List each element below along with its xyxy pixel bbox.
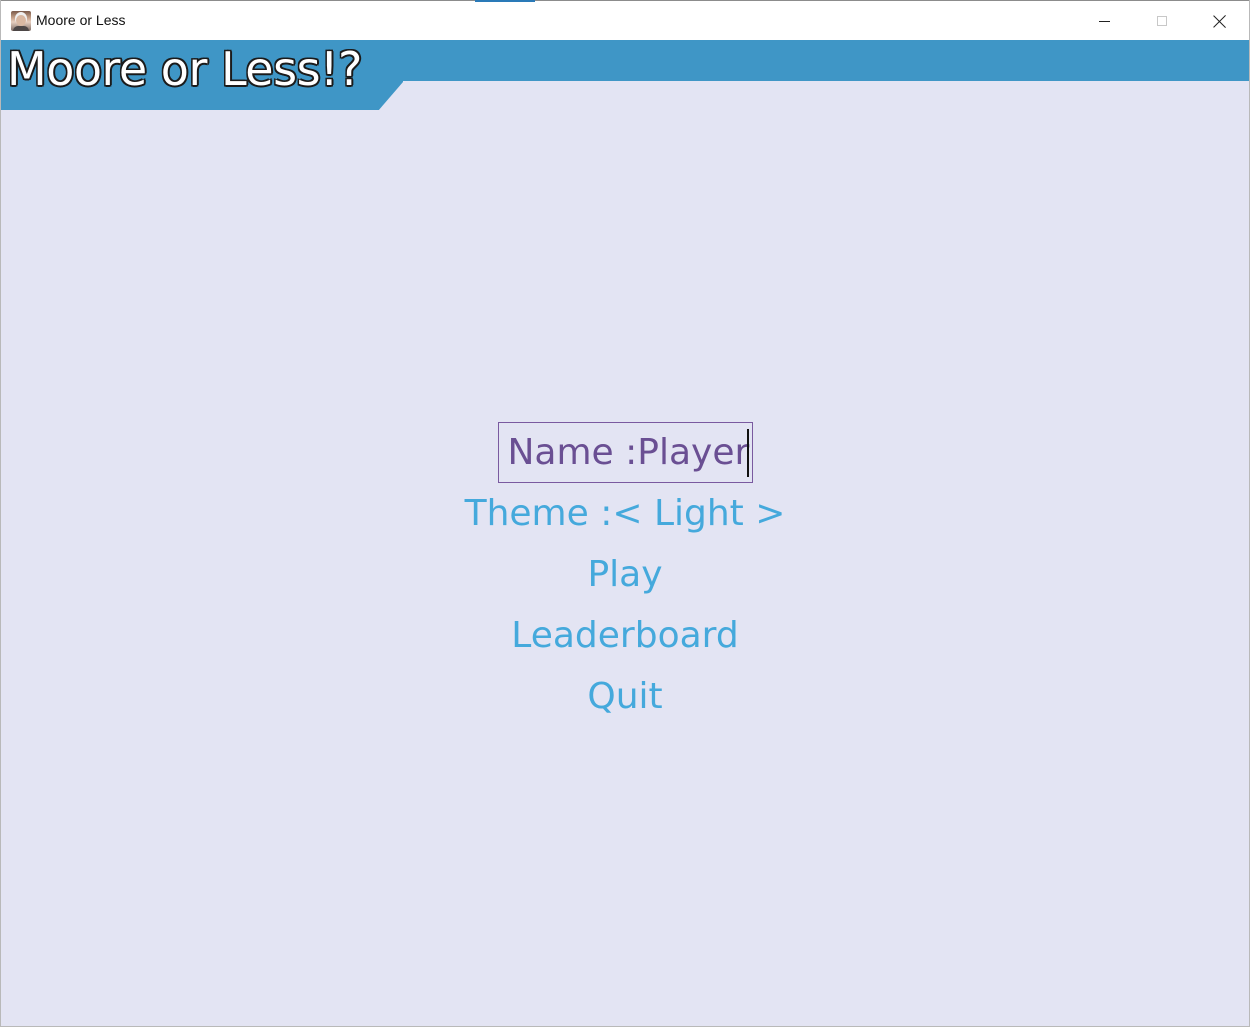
minimize-icon <box>1098 20 1110 22</box>
window-titlebar[interactable]: Moore or Less <box>1 0 1249 40</box>
maximize-button[interactable] <box>1133 1 1191 41</box>
game-title: Moore or Less!? <box>7 42 362 96</box>
quit-button[interactable]: Quit <box>587 666 662 727</box>
name-input-value: Player <box>637 432 750 473</box>
maximize-icon <box>1157 16 1167 26</box>
main-menu: Name : Player Theme :< Light > Play Leade… <box>1 422 1249 727</box>
minimize-button[interactable] <box>1075 1 1133 41</box>
app-icon <box>11 11 31 31</box>
close-button[interactable] <box>1191 1 1249 41</box>
theme-selector[interactable]: Theme :< Light > <box>465 483 786 544</box>
titlebar-accent <box>475 0 535 2</box>
window-title: Moore or Less <box>36 12 126 28</box>
close-icon <box>1213 14 1227 28</box>
name-input-label: Name : <box>507 432 638 473</box>
name-input[interactable]: Name : Player <box>497 422 753 483</box>
text-caret <box>747 428 750 477</box>
play-button[interactable]: Play <box>587 544 662 605</box>
app-window: Moore or Less Moore or Less!? Name : Play… <box>0 0 1250 1027</box>
leaderboard-button[interactable]: Leaderboard <box>511 605 738 666</box>
